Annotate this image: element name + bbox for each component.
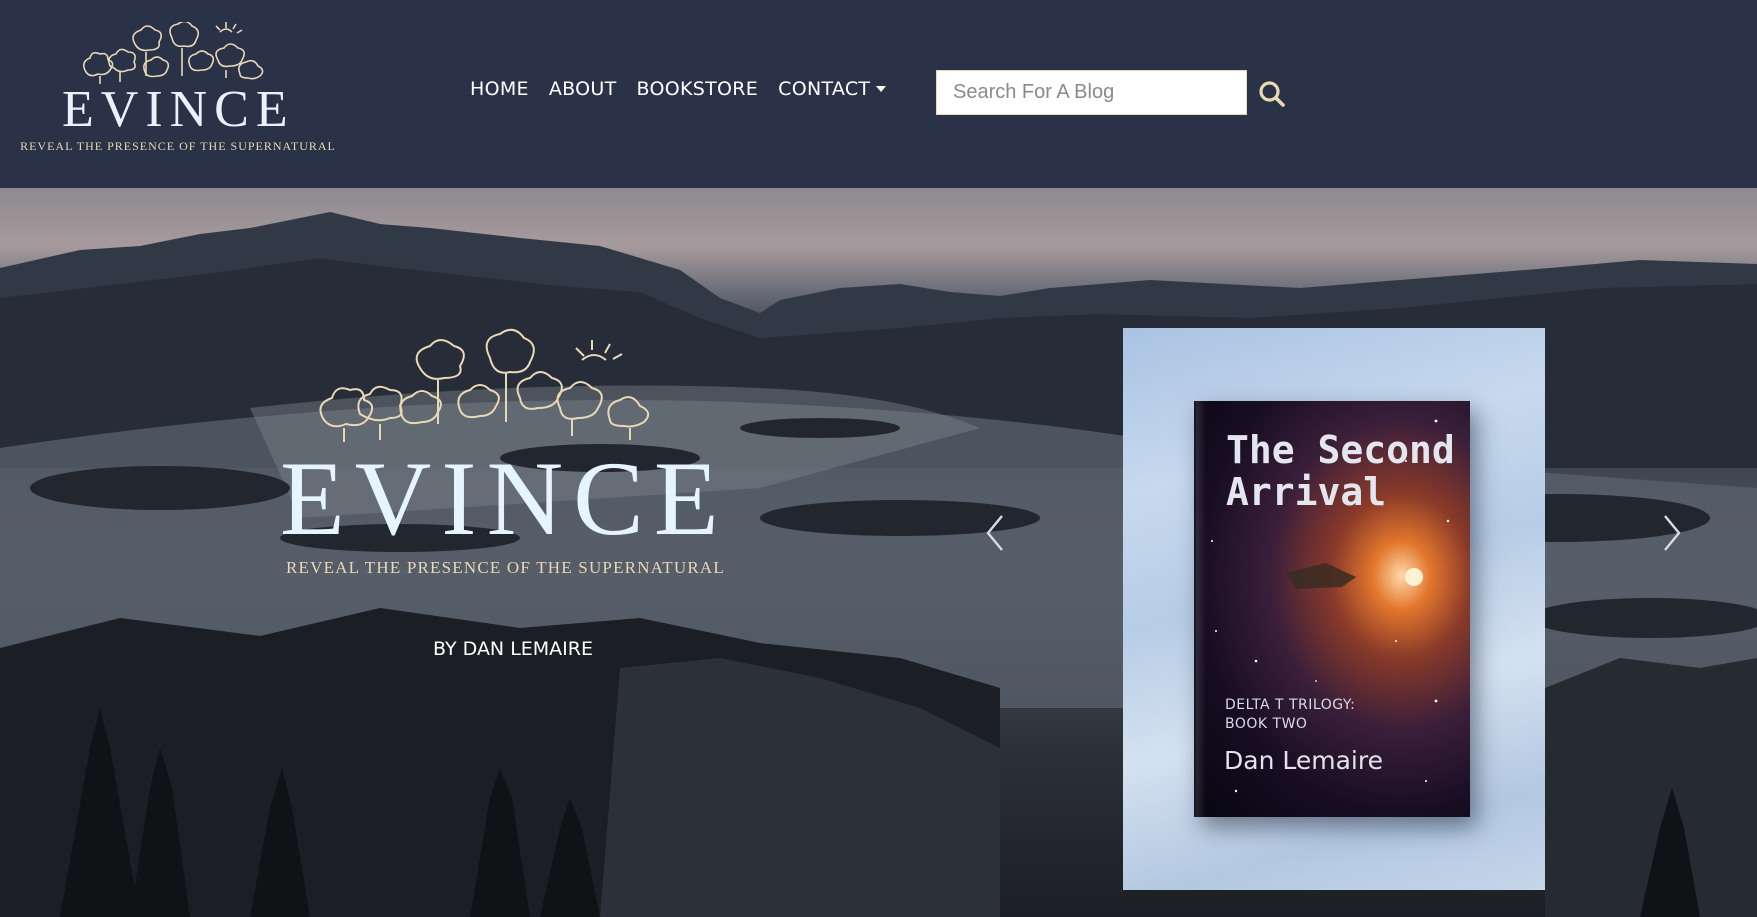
- chevron-right-icon[interactable]: [1657, 508, 1687, 558]
- hero-wordmark: EVINCE: [280, 440, 729, 557]
- logo-tagline: REVEAL THE PRESENCE OF THE SUPERNATURAL: [20, 139, 336, 153]
- book-spine-sheen: [1196, 401, 1206, 817]
- site-logo[interactable]: EVINCE REVEAL THE PRESENCE OF THE SUPERN…: [10, 22, 346, 157]
- featured-book-card[interactable]: The Second Arrival DELTA T TRILOGY: BOOK…: [1123, 328, 1545, 890]
- hero-tagline: REVEAL THE PRESENCE OF THE SUPERNATURAL: [286, 558, 725, 577]
- logo-trees-icon: [82, 22, 264, 84]
- book-series-line1: DELTA T TRILOGY:: [1225, 697, 1356, 713]
- book-series-line2: BOOK TWO: [1225, 716, 1308, 732]
- nav-home[interactable]: HOME: [470, 78, 529, 100]
- hero-byline: BY DAN LEMAIRE: [433, 638, 593, 660]
- book-cover: The Second Arrival DELTA T TRILOGY: BOOK…: [1196, 401, 1470, 817]
- search-input[interactable]: [936, 70, 1247, 115]
- search-icon[interactable]: [1258, 80, 1286, 108]
- chevron-left-icon[interactable]: [980, 508, 1010, 558]
- site-header: EVINCE REVEAL THE PRESENCE OF THE SUPERN…: [0, 0, 1757, 188]
- book-title: The Second Arrival: [1226, 428, 1455, 514]
- hero-logo: EVINCE REVEAL THE PRESENCE OF THE SUPERN…: [270, 328, 770, 588]
- hero-carousel: EVINCE REVEAL THE PRESENCE OF THE SUPERN…: [0, 188, 1757, 917]
- nav-contact-label: CONTACT: [778, 78, 871, 100]
- nav-about[interactable]: ABOUT: [549, 78, 617, 100]
- nav-bookstore[interactable]: BOOKSTORE: [637, 78, 759, 100]
- main-nav: HOME ABOUT BOOKSTORE CONTACT: [470, 78, 887, 100]
- logo-wordmark: EVINCE: [62, 81, 295, 138]
- book-author: Dan Lemaire: [1224, 746, 1383, 775]
- hero-logo-trees-icon: [319, 328, 650, 442]
- nav-contact-dropdown[interactable]: CONTACT: [778, 78, 887, 100]
- caret-down-icon: [876, 86, 887, 92]
